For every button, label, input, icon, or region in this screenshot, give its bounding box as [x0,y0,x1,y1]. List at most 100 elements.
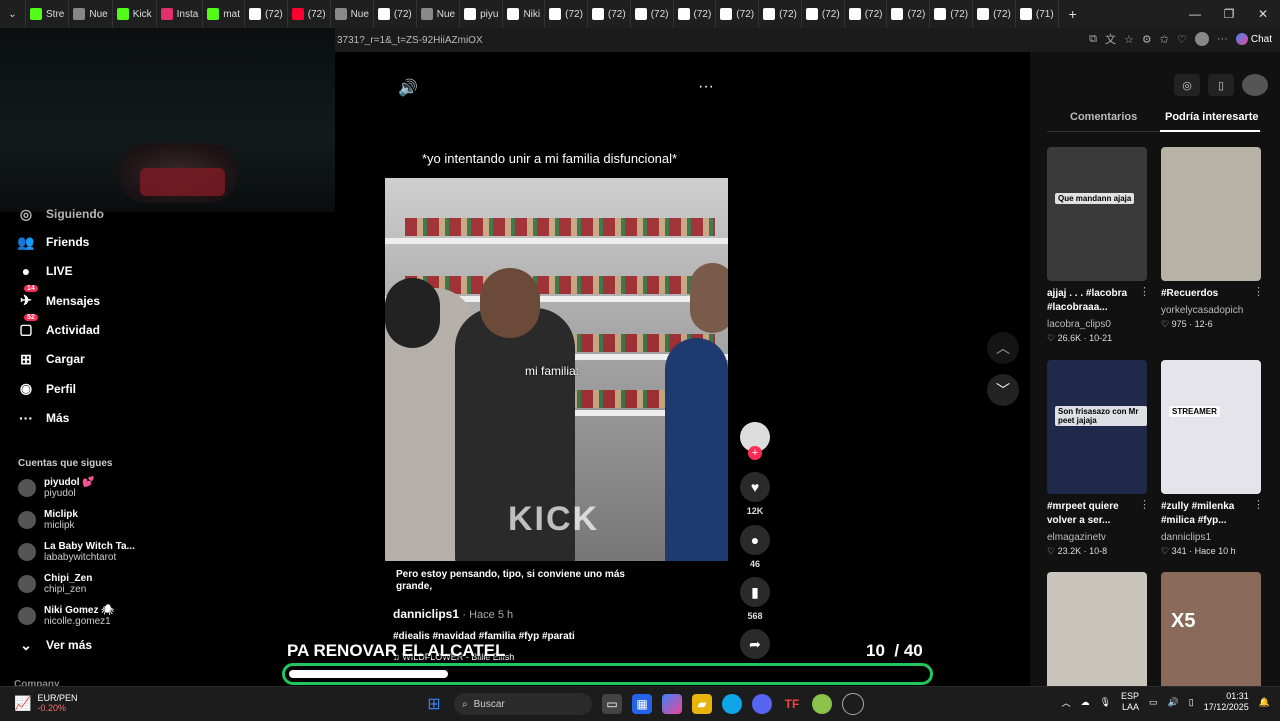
recommended-video-thumbnail[interactable]: Que mandann ajaja [1047,147,1147,281]
edge-browser-icon[interactable] [722,694,742,714]
browser-tab[interactable]: (72) [674,0,717,28]
sidebar-item-cargar[interactable]: ⊞ Cargar [18,351,85,367]
heart-icon[interactable]: ♥ [740,472,770,502]
recommended-video-user[interactable]: lacobra_clips0 [1047,319,1111,330]
browser-tab[interactable]: mat [203,0,245,28]
tab-list-button[interactable]: ⌄ [0,0,26,28]
sidebar-item-ms[interactable]: ··· Más [18,410,69,426]
browser-tab[interactable]: Niki [503,0,546,28]
browser-tab[interactable]: piyu [460,0,504,28]
network-icon[interactable]: ▭ [1149,697,1158,708]
sidebar-item-friends[interactable]: 👥 Friends [17,234,89,250]
author-name[interactable]: danniclips1 [393,607,459,621]
recommended-video-title[interactable]: ajjaj . . . #lacobra #lacobraaa... [1047,287,1143,315]
extensions-icon[interactable]: ⚙ [1142,33,1152,46]
obs-icon[interactable] [842,693,864,715]
followed-account[interactable]: Miclipk miclipk [18,509,78,531]
browser-tab[interactable]: (72) [245,0,288,28]
profile-avatar-icon[interactable] [1194,32,1209,46]
followed-account[interactable]: Chipi_Zen chipi_zen [18,573,92,595]
onedrive-icon[interactable]: ☁ [1081,697,1090,708]
browser-tab[interactable]: (72) [759,0,802,28]
browser-tab[interactable]: Insta [157,0,204,28]
more-options-icon[interactable]: ··· [698,78,714,96]
share-icon[interactable]: ➦ [740,629,770,659]
browser-tab[interactable]: (72) [845,0,888,28]
taskbar-search[interactable]: ⌕ Buscar [454,693,592,715]
browser-tab[interactable]: Nue [417,0,461,28]
coins-icon[interactable]: ◎ [1174,74,1200,96]
favorite-star-icon[interactable]: ☆ [1124,33,1134,46]
device-icon[interactable]: ▯ [1208,74,1234,96]
followed-account[interactable]: Niki Gomez 🕷 nicolle.gomez1 [18,605,114,627]
browser-tab[interactable]: (72) [545,0,588,28]
translate-icon[interactable]: 文 [1105,31,1116,47]
sidebar-item-perfil[interactable]: ◉ Perfil [18,380,76,397]
volume-icon[interactable]: 🔊 [398,78,418,98]
followed-account[interactable]: piyudol 💕 piyudol [18,477,95,499]
browser-tab[interactable]: (71) [1016,0,1059,28]
windows-start-icon[interactable]: ⊞ [424,694,444,714]
video-player[interactable]: mi familia: KICK [385,178,728,561]
discord-icon[interactable] [752,694,772,714]
previous-video-button[interactable]: ︿ [987,332,1019,364]
recommended-video-thumbnail[interactable] [1161,147,1261,281]
browser-tab[interactable]: (72) [887,0,931,28]
browser-tab[interactable]: (72) [588,0,631,28]
copilot-app-icon[interactable] [662,694,682,714]
maximize-button[interactable]: ❐ [1212,0,1246,28]
copilot-chat-button[interactable]: Chat [1235,33,1272,45]
chevron-up-icon[interactable]: ︿ [1062,696,1071,709]
language-indicator[interactable]: ESP LAA [1121,691,1139,713]
save-button[interactable]: ▮ 568 [739,577,771,621]
sidebar-item-following[interactable]: ◎ Siguiendo [18,206,104,222]
favorites-icon[interactable]: ✩ [1160,33,1169,46]
shield-icon[interactable]: ♡ [1177,33,1187,46]
recommended-video-user[interactable]: danniclips1 [1161,532,1211,543]
author-avatar-button[interactable]: + [739,422,771,460]
more-options-icon[interactable]: ⋮ [1139,285,1150,298]
followed-account[interactable]: La Baby Witch Ta... lababywitchtarot [18,541,135,563]
task-view-icon[interactable]: ▭ [602,694,622,714]
browser-tab[interactable]: (72) [802,0,845,28]
install-app-icon[interactable]: ⧉ [1089,33,1097,46]
browser-tab[interactable]: Nue [69,0,113,28]
url-text[interactable]: 3731?_r=1&_t=ZS-92HiiAZmiOX [335,35,483,46]
comment-button[interactable]: ● 46 [739,525,771,569]
sidebar-item-live[interactable]: ● LIVE [18,263,73,279]
user-avatar-icon[interactable] [1242,74,1268,96]
recommended-video-thumbnail[interactable]: STREAMER [1161,360,1261,494]
store-icon[interactable]: ▦ [632,694,652,714]
browser-tab[interactable]: Stre [26,0,70,28]
recommended-video-user[interactable]: elmagazinetv [1047,532,1106,543]
recommended-video-thumbnail[interactable]: Son frisasazo con Mr peet jajaja [1047,360,1147,494]
clock[interactable]: 01:31 17/12/2025 [1204,691,1249,713]
new-tab-button[interactable]: + [1059,0,1087,28]
browser-tab[interactable]: (72) [930,0,974,28]
browser-tab[interactable]: (72) [288,0,331,28]
bookmark-icon[interactable]: ▮ [740,577,770,607]
browser-tab[interactable]: (72) [631,0,674,28]
tab-comments[interactable]: Comentarios [1070,111,1137,123]
follow-plus-icon[interactable]: + [748,446,762,460]
browser-tab[interactable]: (72) [374,0,417,28]
more-options-icon[interactable]: ⋮ [1253,285,1264,298]
more-options-icon[interactable]: ⋮ [1253,498,1264,511]
browser-tab[interactable]: Kick [113,0,157,28]
recommended-video-title[interactable]: #mrpeet quiere volver a ser... [1047,500,1143,528]
sidebar-item-mensajes[interactable]: ✈ 14 Mensajes [18,284,100,309]
recommended-video-user[interactable]: yorkelycasadopich [1161,305,1243,316]
address-bar[interactable]: 3731?_r=1&_t=ZS-92HiiAZmiOX ⧉ 文 ☆ ⚙ ✩ ♡ … [335,28,1280,52]
file-explorer-icon[interactable]: ▰ [692,694,712,714]
browser-tab[interactable]: Nue [331,0,374,28]
microphone-icon[interactable]: 🎙 [1100,697,1111,708]
more-options-icon[interactable]: ⋮ [1139,498,1150,511]
tf-app-icon[interactable]: TF [782,694,802,714]
browser-tab[interactable]: (72) [973,0,1016,28]
close-window-button[interactable]: ✕ [1246,0,1280,28]
battery-icon[interactable]: ▯ [1189,697,1194,708]
comment-icon[interactable]: ● [740,525,770,555]
tab-recommended[interactable]: Podría interesarte [1165,111,1259,123]
app-icon[interactable] [812,694,832,714]
browser-tab[interactable]: (72) [716,0,760,28]
